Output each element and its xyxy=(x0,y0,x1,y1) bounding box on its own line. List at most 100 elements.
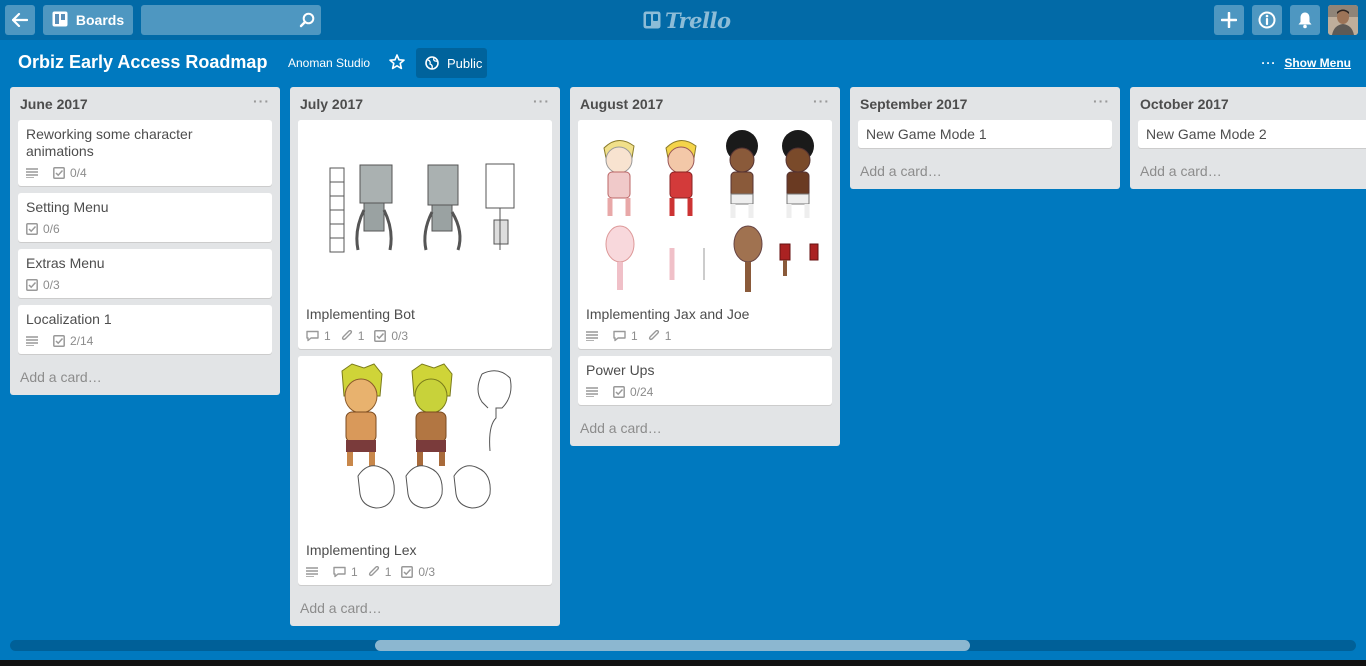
list-menu-icon[interactable]: ··· xyxy=(253,93,270,109)
checklist-count: 0/6 xyxy=(43,222,60,236)
card[interactable]: Extras Menu 0/3 xyxy=(18,249,272,298)
more-icon: ··· xyxy=(1261,56,1277,70)
top-bar: Boards Trello xyxy=(0,0,1366,40)
card-title: Implementing Bot xyxy=(306,306,415,322)
list-june-2017: June 2017 ··· Reworking some character a… xyxy=(10,87,280,395)
checklist-count: 0/3 xyxy=(43,278,60,292)
list-september-2017: September 2017 ··· New Game Mode 1 Add a… xyxy=(850,87,1120,189)
list-title[interactable]: June 2017 xyxy=(20,96,88,112)
list-august-2017: August 2017 ··· Implementing Jax and Joe… xyxy=(570,87,840,446)
globe-icon xyxy=(425,56,439,70)
checklist-count: 2/14 xyxy=(70,334,94,348)
visibility-label: Public xyxy=(447,55,483,71)
checklist-count: 0/4 xyxy=(70,166,87,180)
list-title[interactable]: September 2017 xyxy=(860,96,967,112)
comment-count: 1 xyxy=(631,329,638,343)
description-icon xyxy=(26,336,43,346)
checklist-badge: 2/14 xyxy=(53,334,93,348)
checklist-badge: 0/24 xyxy=(613,385,653,399)
card-title: Reworking some character animations xyxy=(26,126,193,159)
search-input[interactable] xyxy=(141,5,321,35)
list-menu-icon[interactable]: ··· xyxy=(533,93,550,109)
checklist-badge: 0/3 xyxy=(26,278,60,292)
card-title: Implementing Jax and Joe xyxy=(586,306,750,322)
card[interactable]: Implementing Bot 1 1 0/3 xyxy=(298,120,552,349)
attachment-icon xyxy=(648,330,659,341)
description-icon xyxy=(586,331,603,341)
logo-text: Trello xyxy=(665,7,731,33)
checklist-icon xyxy=(53,167,65,179)
trello-logo-icon xyxy=(643,11,661,29)
plus-icon xyxy=(1221,12,1237,28)
card-title: New Game Mode 1 xyxy=(866,126,987,142)
card[interactable]: New Game Mode 2 xyxy=(1138,120,1366,148)
card[interactable]: Power Ups 0/24 xyxy=(578,356,832,405)
show-menu-label: Show Menu xyxy=(1284,56,1351,70)
list-title[interactable]: July 2017 xyxy=(300,96,363,112)
comments-badge: 1 xyxy=(306,329,331,343)
add-card-button[interactable]: Add a card… xyxy=(578,412,832,446)
card-cover-image xyxy=(578,120,832,300)
horizontal-scrollbar[interactable] xyxy=(10,640,1356,651)
create-button[interactable] xyxy=(1214,5,1244,35)
attachments-badge: 1 xyxy=(648,329,672,343)
card[interactable]: Setting Menu 0/6 xyxy=(18,193,272,242)
list-menu-icon[interactable]: ··· xyxy=(1093,93,1110,109)
add-card-button[interactable]: Add a card… xyxy=(298,592,552,626)
attachment-icon xyxy=(368,566,379,577)
notifications-button[interactable] xyxy=(1290,5,1320,35)
card[interactable]: Localization 1 2/14 xyxy=(18,305,272,354)
list-title[interactable]: October 2017 xyxy=(1140,96,1229,112)
boards-button[interactable]: Boards xyxy=(43,5,133,35)
back-arrow-icon xyxy=(12,13,28,27)
checklist-badge: 0/4 xyxy=(53,166,87,180)
checklist-icon xyxy=(53,335,65,347)
card-cover-image xyxy=(298,120,552,300)
list-title[interactable]: August 2017 xyxy=(580,96,663,112)
info-button[interactable] xyxy=(1252,5,1282,35)
list-october-2017: October 2017 New Game Mode 2 Add a card… xyxy=(1130,87,1366,189)
checklist-icon xyxy=(374,330,387,342)
checklist-icon xyxy=(26,279,38,291)
attachments-badge: 1 xyxy=(368,565,392,579)
comments-badge: 1 xyxy=(613,329,638,343)
boards-icon xyxy=(52,11,68,30)
attachments-badge: 1 xyxy=(341,329,365,343)
back-button[interactable] xyxy=(5,5,35,35)
star-icon xyxy=(389,54,405,70)
taskbar-strip xyxy=(0,660,1366,666)
comment-icon xyxy=(306,330,319,342)
add-card-button[interactable]: Add a card… xyxy=(18,361,272,395)
card-title: New Game Mode 2 xyxy=(1146,126,1267,142)
checklist-icon xyxy=(613,386,625,398)
card-title: Implementing Lex xyxy=(306,542,417,558)
scrollbar-thumb[interactable] xyxy=(375,640,970,651)
card-title: Extras Menu xyxy=(26,255,105,271)
checklist-badge: 0/6 xyxy=(26,222,60,236)
card[interactable]: Implementing Lex 1 1 0/3 xyxy=(298,356,552,585)
info-icon xyxy=(1258,11,1276,29)
description-icon xyxy=(26,168,43,178)
comment-icon xyxy=(613,330,626,342)
star-board-button[interactable] xyxy=(388,53,406,71)
show-menu-button[interactable]: ··· Show Menu xyxy=(1261,56,1351,70)
visibility-button[interactable]: Public xyxy=(416,48,487,78)
card[interactable]: New Game Mode 1 xyxy=(858,120,1112,148)
attachment-count: 1 xyxy=(357,329,365,343)
board-title[interactable]: Orbiz Early Access Roadmap xyxy=(18,52,267,73)
card[interactable]: Implementing Jax and Joe 1 1 xyxy=(578,120,832,349)
list-menu-icon[interactable]: ··· xyxy=(813,93,830,109)
team-name[interactable]: Anoman Studio xyxy=(288,56,370,70)
bell-icon xyxy=(1298,12,1312,29)
attachment-icon xyxy=(341,330,352,341)
card-title: Setting Menu xyxy=(26,199,109,215)
add-card-button[interactable]: Add a card… xyxy=(1138,155,1366,189)
trello-logo[interactable]: Trello xyxy=(643,6,731,34)
checklist-count: 0/24 xyxy=(630,385,654,399)
avatar[interactable] xyxy=(1328,5,1358,35)
checklist-icon xyxy=(26,223,38,235)
card[interactable]: Reworking some character animations 0/4 xyxy=(18,120,272,186)
attachment-count: 1 xyxy=(664,329,672,343)
add-card-button[interactable]: Add a card… xyxy=(858,155,1112,189)
attachment-count: 1 xyxy=(384,565,392,579)
